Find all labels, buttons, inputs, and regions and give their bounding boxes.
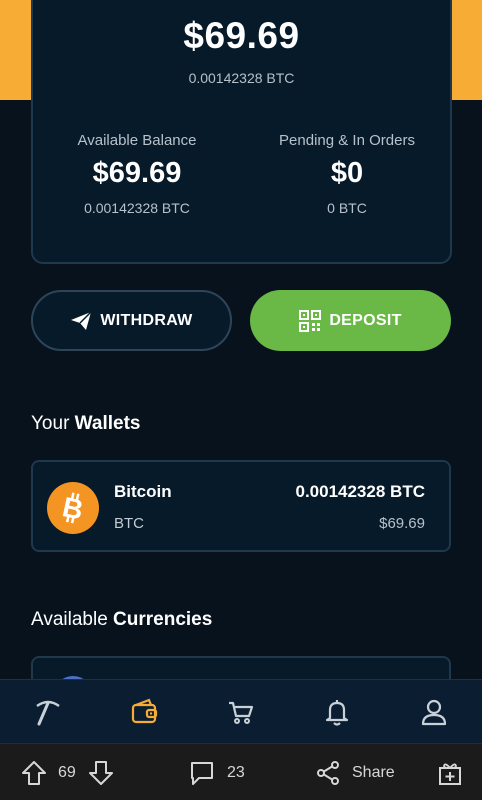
nav-notifications[interactable] [307, 680, 367, 744]
wallets-title-prefix: Your [31, 413, 70, 434]
currencies-title-prefix: Available [31, 609, 108, 630]
wallets-title-bold: Wallets [74, 413, 141, 434]
wallet-amount-unit: BTC [390, 482, 425, 501]
nav-mining[interactable] [18, 680, 78, 744]
balance-card: $69.69 0.00142328 BTC Available Balance … [31, 0, 452, 264]
available-balance-btc: 0.00142328 BTC [84, 200, 190, 216]
comment-count: 23 [227, 763, 245, 781]
mining-icon [36, 700, 60, 725]
wallet-coin-usd: $69.69 [379, 515, 425, 532]
currencies-title-bold: Currencies [113, 609, 213, 630]
wallet-coin-code: BTC [114, 515, 144, 532]
qr-code-icon [299, 309, 322, 332]
reddit-action-bar: 69 23 Share [0, 743, 482, 800]
bell-icon [326, 699, 349, 726]
wallet-icon [131, 698, 157, 723]
app-screen: $69.69 0.00142328 BTC Available Balance … [0, 0, 482, 800]
wallets-title: Your Wallets [31, 413, 141, 435]
bitcoin-icon: B [47, 482, 99, 534]
upvote-icon [22, 760, 46, 785]
wallet-amount-value: 0.00142328 [295, 482, 386, 501]
wallet-card-bitcoin[interactable]: B Bitcoin BTC 0.00142328 BTC $69.69 [31, 460, 451, 552]
profile-icon [421, 699, 446, 725]
currencies-title: Available Currencies [31, 609, 212, 631]
send-icon [71, 310, 92, 330]
pending-balance-btc: 0 BTC [327, 200, 367, 216]
downvote-button[interactable] [87, 744, 115, 800]
nav-profile[interactable] [404, 680, 464, 744]
upvote-button[interactable] [20, 744, 48, 800]
total-balance-usd: $69.69 [183, 15, 300, 56]
wallet-coin-name: Bitcoin [114, 482, 172, 501]
downvote-icon [89, 760, 113, 785]
deposit-label: DEPOSIT [329, 311, 402, 329]
bottom-nav [0, 679, 482, 743]
nav-wallet[interactable] [115, 680, 175, 744]
share-label: Share [352, 763, 395, 781]
withdraw-label: WITHDRAW [100, 311, 193, 329]
wallet-coin-amount: 0.00142328 BTC [295, 482, 425, 502]
share-button[interactable]: Share [314, 744, 395, 800]
available-balance: Available Balance $69.69 0.00142328 BTC [37, 132, 237, 216]
cart-icon [228, 701, 254, 724]
deposit-button[interactable]: DEPOSIT [250, 290, 451, 351]
available-balance-label: Available Balance [77, 132, 197, 149]
comments-button[interactable]: 23 [188, 744, 245, 800]
vote-count: 69 [58, 763, 76, 781]
total-balance-btc: 0.00142328 BTC [188, 70, 295, 86]
pending-balance-label: Pending & In Orders [279, 132, 415, 149]
pending-balance: Pending & In Orders $0 0 BTC [247, 132, 447, 216]
nav-cart[interactable] [211, 680, 271, 744]
available-balance-usd: $69.69 [92, 157, 182, 189]
pending-balance-usd: $0 [330, 157, 364, 189]
share-icon [317, 760, 339, 785]
gift-icon [439, 763, 461, 785]
comment-icon [191, 761, 213, 785]
award-button[interactable] [436, 744, 464, 800]
withdraw-button[interactable]: WITHDRAW [31, 290, 232, 351]
